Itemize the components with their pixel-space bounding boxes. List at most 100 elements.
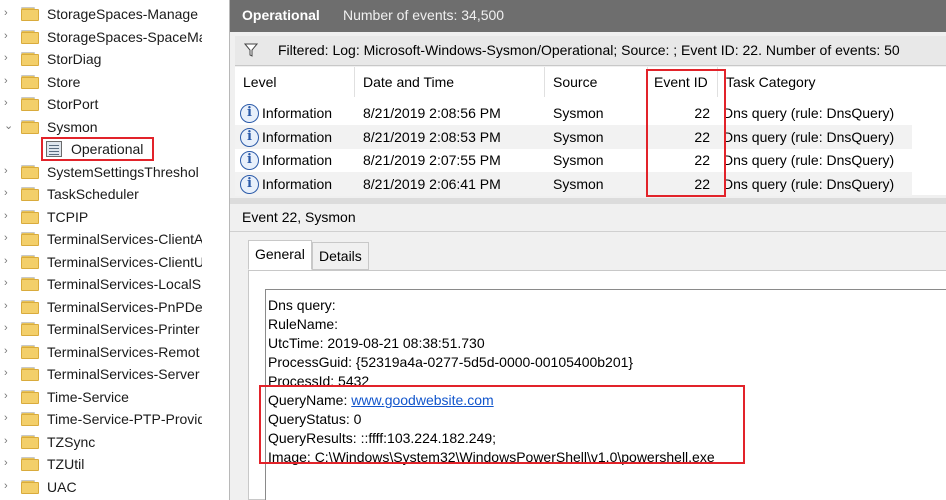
folder-icon <box>21 29 39 44</box>
cell-source: Sysmon <box>553 175 604 192</box>
tree-item-label: Time-Service <box>47 388 129 405</box>
cell-source: Sysmon <box>553 105 604 121</box>
information-icon: i <box>240 104 259 123</box>
tree-item[interactable]: › TerminalServices-Printer <box>0 318 202 340</box>
folder-icon <box>21 434 39 449</box>
log-title-bar: Operational Number of events: 34,500 <box>230 0 946 32</box>
folder-icon <box>21 119 39 134</box>
tree-item[interactable]: › TerminalServices-LocalS <box>0 273 202 295</box>
tree-item-label: TaskScheduler <box>47 186 139 202</box>
tree-item[interactable]: › Time-Service-PTP-Provid <box>0 408 202 430</box>
query-highlight-box <box>259 385 745 464</box>
tree-item[interactable]: › Store <box>0 71 202 93</box>
tree-item[interactable]: ⌄ Sysmon <box>0 116 202 138</box>
tree-item[interactable]: › StorageSpaces-Manage <box>0 3 202 25</box>
events-grid: Level Date and Time Source Event ID Task… <box>235 67 946 197</box>
tree-item-label: StorPort <box>47 96 99 112</box>
tree-item[interactable]: › UAC <box>0 476 202 498</box>
line-utc-time: UtcTime: 2019-08-21 08:38:51.730 <box>268 335 485 351</box>
chevron-right-icon[interactable]: › <box>4 345 14 357</box>
event-row[interactable]: i Information 8/21/2019 2:08:53 PM Sysmon 22… <box>235 124 912 149</box>
tree-item[interactable]: › TCPIP <box>0 206 202 228</box>
folder-icon <box>21 457 39 471</box>
tree-item[interactable]: › TZUtil <box>0 453 202 475</box>
folder-icon <box>21 52 39 66</box>
filter-text: Filtered: Log: Microsoft-Windows-Sysmon/… <box>278 42 900 58</box>
chevron-right-icon[interactable]: › <box>4 210 14 222</box>
tree-item[interactable]: › StorPort <box>0 93 202 115</box>
tree-item[interactable]: › StorDiag <box>0 48 202 70</box>
tree-item-label: TerminalServices-LocalS <box>47 276 202 292</box>
chevron-right-icon[interactable]: › <box>4 367 14 379</box>
cell-level: Information <box>262 105 333 121</box>
chevron-right-icon[interactable]: › <box>4 277 14 289</box>
cell-task-category: Dns query (rule: DnsQuery) <box>723 175 895 192</box>
tree-item[interactable]: › StorageSpaces-SpaceMa <box>0 26 202 48</box>
cell-level: Information <box>262 128 333 145</box>
tab-general[interactable]: General <box>248 240 312 270</box>
folder-icon <box>21 299 39 314</box>
folder-icon <box>21 344 39 359</box>
chevron-right-icon[interactable]: › <box>4 165 14 177</box>
cell-source: Sysmon <box>553 128 604 145</box>
chevron-right-icon[interactable]: › <box>4 300 14 312</box>
chevron-right-icon[interactable]: › <box>4 97 14 109</box>
tree-item-label: StorageSpaces-SpaceMa <box>47 28 202 45</box>
tree-item[interactable]: › SystemSettingsThreshol <box>0 161 202 183</box>
chevron-right-icon[interactable]: › <box>4 52 14 64</box>
tree-item[interactable]: › TaskScheduler <box>0 183 202 205</box>
event-row[interactable]: i Information 8/21/2019 2:08:56 PM Sysmon 22… <box>235 101 912 125</box>
chevron-right-icon[interactable]: › <box>4 187 14 199</box>
tab-details[interactable]: Details <box>312 242 369 270</box>
chevron-down-icon[interactable]: ⌄ <box>4 120 14 132</box>
filter-icon <box>244 43 258 57</box>
tree-item[interactable]: › TerminalServices-PnPDe <box>0 296 202 318</box>
tree-item[interactable]: › TerminalServices-ClientU <box>0 251 202 273</box>
tree-item-label: UAC <box>47 478 77 495</box>
tree-item[interactable]: › TZSync <box>0 431 202 453</box>
column-level[interactable]: Level <box>235 67 355 97</box>
folder-icon <box>21 97 39 111</box>
cell-task-category: Dns query (rule: DnsQuery) <box>723 128 895 145</box>
column-task-category[interactable]: Task Category <box>718 67 912 97</box>
event-row[interactable]: i Information 8/21/2019 2:06:41 PM Sysmon 22… <box>235 171 912 196</box>
tree-item[interactable]: › TerminalServices-ClientA <box>0 228 202 250</box>
cell-date-time: 8/21/2019 2:08:53 PM <box>363 128 501 145</box>
chevron-right-icon[interactable]: › <box>4 322 14 334</box>
event-id-highlight-box <box>646 69 726 197</box>
cell-date-time: 8/21/2019 2:06:41 PM <box>363 175 501 192</box>
chevron-right-icon[interactable]: › <box>4 255 14 267</box>
chevron-right-icon[interactable]: › <box>4 412 14 424</box>
tree-item-label: Store <box>47 73 81 90</box>
tree-item-label: Sysmon <box>47 118 98 135</box>
column-source[interactable]: Source <box>545 67 648 97</box>
chevron-right-icon[interactable]: › <box>4 435 14 447</box>
chevron-right-icon[interactable]: › <box>4 390 14 402</box>
cell-task-category: Dns query (rule: DnsQuery) <box>723 152 895 169</box>
line-rule-name: RuleName: <box>268 316 339 332</box>
cell-level: Information <box>262 152 333 169</box>
line-dns-query: Dns query: <box>268 297 336 313</box>
tree-item[interactable]: › TerminalServices-Server <box>0 363 202 385</box>
column-date-time[interactable]: Date and Time <box>355 67 545 97</box>
tree-item[interactable]: › Time-Service <box>0 386 202 408</box>
line-process-guid: ProcessGuid: {52319a4a-0277-5d5d-0000-00… <box>268 354 634 370</box>
event-row[interactable]: i Information 8/21/2019 2:07:55 PM Sysmon 22… <box>235 148 912 172</box>
cell-level: Information <box>262 175 333 192</box>
information-icon: i <box>240 127 259 147</box>
cell-date-time: 8/21/2019 2:08:56 PM <box>363 105 501 121</box>
tree-item-label: StorageSpaces-Manage <box>47 6 198 22</box>
tree-item[interactable]: › TerminalServices-Remot <box>0 341 202 363</box>
detail-header: Event 22, Sysmon <box>230 204 946 232</box>
folder-icon <box>21 367 39 381</box>
chevron-right-icon[interactable]: › <box>4 457 14 469</box>
chevron-right-icon[interactable]: › <box>4 232 14 244</box>
event-count: Number of events: 34,500 <box>343 7 505 23</box>
operational-highlight-box <box>41 137 154 161</box>
chevron-right-icon[interactable]: › <box>4 7 14 19</box>
chevron-right-icon[interactable]: › <box>4 30 14 42</box>
folder-icon <box>21 479 39 494</box>
chevron-right-icon[interactable]: › <box>4 480 14 492</box>
cell-date-time: 8/21/2019 2:07:55 PM <box>363 152 501 169</box>
chevron-right-icon[interactable]: › <box>4 75 14 87</box>
